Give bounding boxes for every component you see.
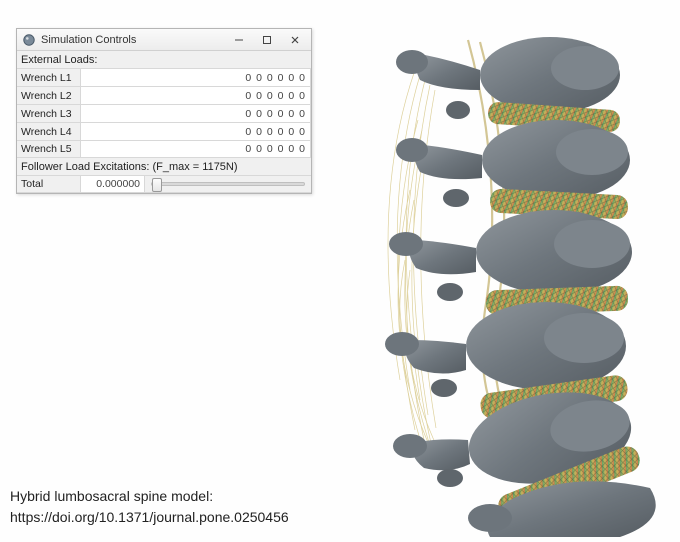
window-buttons bbox=[225, 30, 309, 50]
external-loads-label: External Loads: bbox=[17, 51, 311, 68]
wrench-l1-label: Wrench L1 bbox=[17, 69, 81, 86]
caption-line1: Hybrid lumbosacral spine model: bbox=[10, 486, 289, 506]
caption-line2: https://doi.org/10.1371/journal.pone.025… bbox=[10, 507, 289, 527]
window-title: Simulation Controls bbox=[41, 34, 225, 46]
wrench-row: Wrench L1 0 0 0 0 0 0 bbox=[17, 68, 311, 86]
wrench-l5-label: Wrench L5 bbox=[17, 141, 81, 157]
wrench-l3-label: Wrench L3 bbox=[17, 105, 81, 122]
follower-slider-cell bbox=[145, 176, 311, 192]
wrench-row: Wrench L2 0 0 0 0 0 0 bbox=[17, 86, 311, 104]
follower-total-value[interactable]: 0.000000 bbox=[81, 176, 145, 192]
minimize-button[interactable] bbox=[225, 30, 253, 50]
caption: Hybrid lumbosacral spine model: https://… bbox=[10, 486, 289, 527]
close-button[interactable] bbox=[281, 30, 309, 50]
app-icon bbox=[22, 33, 36, 47]
maximize-button[interactable] bbox=[253, 30, 281, 50]
wrench-l3-field[interactable]: 0 0 0 0 0 0 bbox=[81, 105, 311, 122]
follower-total-label: Total bbox=[17, 176, 81, 192]
wrench-row: Wrench L4 0 0 0 0 0 0 bbox=[17, 122, 311, 140]
wrench-row: Wrench L3 0 0 0 0 0 0 bbox=[17, 104, 311, 122]
wrench-row: Wrench L5 0 0 0 0 0 0 bbox=[17, 140, 311, 158]
wrench-l2-field[interactable]: 0 0 0 0 0 0 bbox=[81, 87, 311, 104]
simulation-controls-window: Simulation Controls External Loads: Wren… bbox=[16, 28, 312, 194]
follower-load-label: Follower Load Excitations: (F_max = 1175… bbox=[17, 158, 311, 175]
follower-slider[interactable] bbox=[151, 182, 305, 186]
slider-thumb[interactable] bbox=[152, 178, 162, 192]
follower-row: Total 0.000000 bbox=[17, 175, 311, 193]
spine-3d-view[interactable] bbox=[340, 0, 680, 537]
wrench-l1-field[interactable]: 0 0 0 0 0 0 bbox=[81, 69, 311, 86]
titlebar[interactable]: Simulation Controls bbox=[17, 29, 311, 51]
wrench-l4-field[interactable]: 0 0 0 0 0 0 bbox=[81, 123, 311, 140]
wrench-l4-label: Wrench L4 bbox=[17, 123, 81, 140]
wrench-l2-label: Wrench L2 bbox=[17, 87, 81, 104]
wrench-l5-field[interactable]: 0 0 0 0 0 0 bbox=[81, 141, 311, 157]
